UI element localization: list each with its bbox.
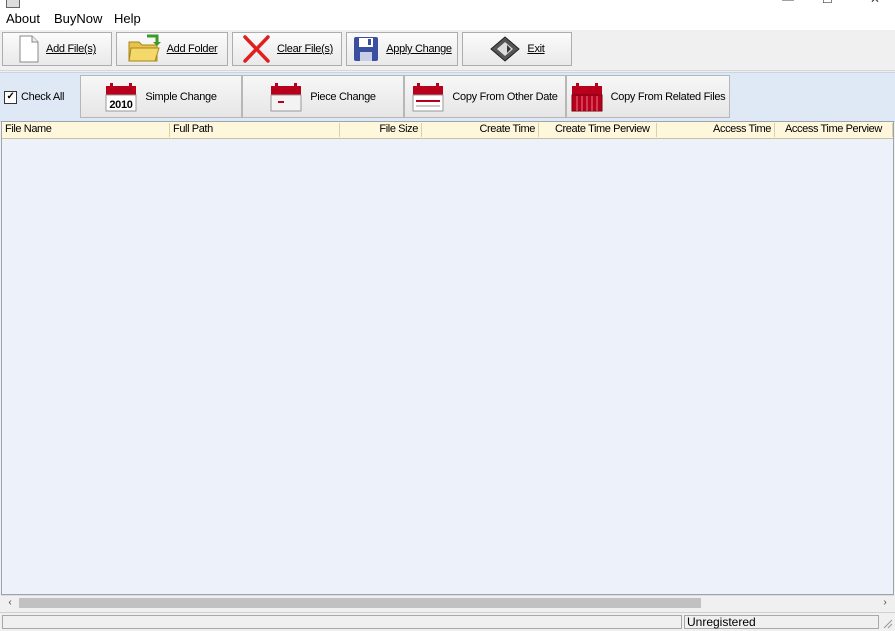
exit-label: Exit <box>527 43 545 55</box>
calendar-icon <box>412 82 444 111</box>
registration-status: Unregistered <box>684 615 879 629</box>
change-toolbar: ✓ Check All 2010 Simple Change Piece Cha… <box>0 72 895 122</box>
app-icon <box>6 0 20 8</box>
calendar-2010-icon: 2010 <box>105 82 137 111</box>
title-bar: — ☐ ✕ <box>0 0 895 8</box>
piece-change-label: Piece Change <box>310 90 376 103</box>
copy-from-related-files-label: Copy From Related Files <box>610 90 726 103</box>
calendar-grid-icon <box>571 82 603 111</box>
status-bar: Unregistered <box>0 612 895 631</box>
file-icon <box>19 35 39 63</box>
column-create-time-perview[interactable]: Create Time Perview <box>539 123 657 137</box>
simple-change-label: Simple Change <box>145 90 217 103</box>
calendar-page-icon <box>270 82 302 111</box>
maximize-button[interactable]: ☐ <box>822 0 833 6</box>
menu-buynow[interactable]: BuyNow <box>54 11 102 26</box>
column-file-size[interactable]: File Size <box>340 123 422 137</box>
scroll-left-arrow-icon[interactable]: ‹ <box>3 596 17 610</box>
minimize-button[interactable]: — <box>782 0 794 6</box>
column-create-time[interactable]: Create Time <box>422 123 539 137</box>
copy-from-other-date-button[interactable]: Copy From Other Date <box>404 75 566 118</box>
check-all-checkbox[interactable]: ✓ Check All <box>4 79 76 115</box>
menu-help[interactable]: Help <box>114 11 141 26</box>
apply-change-label: Apply Change <box>386 43 452 55</box>
close-button[interactable]: ✕ <box>870 0 880 6</box>
clear-files-button[interactable]: Clear File(s) <box>232 32 342 66</box>
simple-change-button[interactable]: 2010 Simple Change <box>80 75 242 118</box>
exit-button[interactable]: Exit <box>462 32 572 66</box>
scrollbar-thumb[interactable] <box>19 598 701 608</box>
column-full-path[interactable]: Full Path <box>170 123 340 137</box>
add-folder-label: Add Folder <box>166 43 218 55</box>
piece-change-button[interactable]: Piece Change <box>242 75 404 118</box>
calendar-year-text: 2010 <box>110 99 133 111</box>
resize-grip-icon[interactable] <box>881 617 893 629</box>
add-files-label: Add File(s) <box>46 43 96 55</box>
status-panel-main <box>2 615 682 629</box>
column-access-time-perview[interactable]: Access Time Perview <box>775 123 893 137</box>
add-folder-button[interactable]: Add Folder <box>116 32 228 66</box>
scroll-right-arrow-icon[interactable]: › <box>878 596 892 610</box>
folder-icon <box>128 34 161 62</box>
main-toolbar: Add File(s) Add Folder Clear File(s) App… <box>0 30 895 71</box>
floppy-disk-icon <box>354 37 379 61</box>
list-header: File Name Full Path File Size Create Tim… <box>2 122 893 139</box>
apply-change-button[interactable]: Apply Change <box>346 32 458 66</box>
menu-bar: About BuyNow Help <box>0 8 895 30</box>
menu-about[interactable]: About <box>6 11 40 26</box>
copy-from-related-files-button[interactable]: Copy From Related Files <box>566 75 730 118</box>
horizontal-scrollbar[interactable]: ‹ › <box>1 595 894 610</box>
clear-files-label: Clear File(s) <box>277 43 333 55</box>
copy-from-other-date-label: Copy From Other Date <box>452 90 558 103</box>
file-list[interactable]: File Name Full Path File Size Create Tim… <box>1 121 894 595</box>
red-x-icon <box>243 35 270 63</box>
check-all-label: Check All <box>21 91 65 103</box>
add-files-button[interactable]: Add File(s) <box>2 32 112 66</box>
column-file-name[interactable]: File Name <box>2 123 170 137</box>
checkbox-box[interactable]: ✓ <box>4 90 17 104</box>
exit-diamond-icon <box>490 36 521 62</box>
column-access-time[interactable]: Access Time <box>657 123 775 137</box>
